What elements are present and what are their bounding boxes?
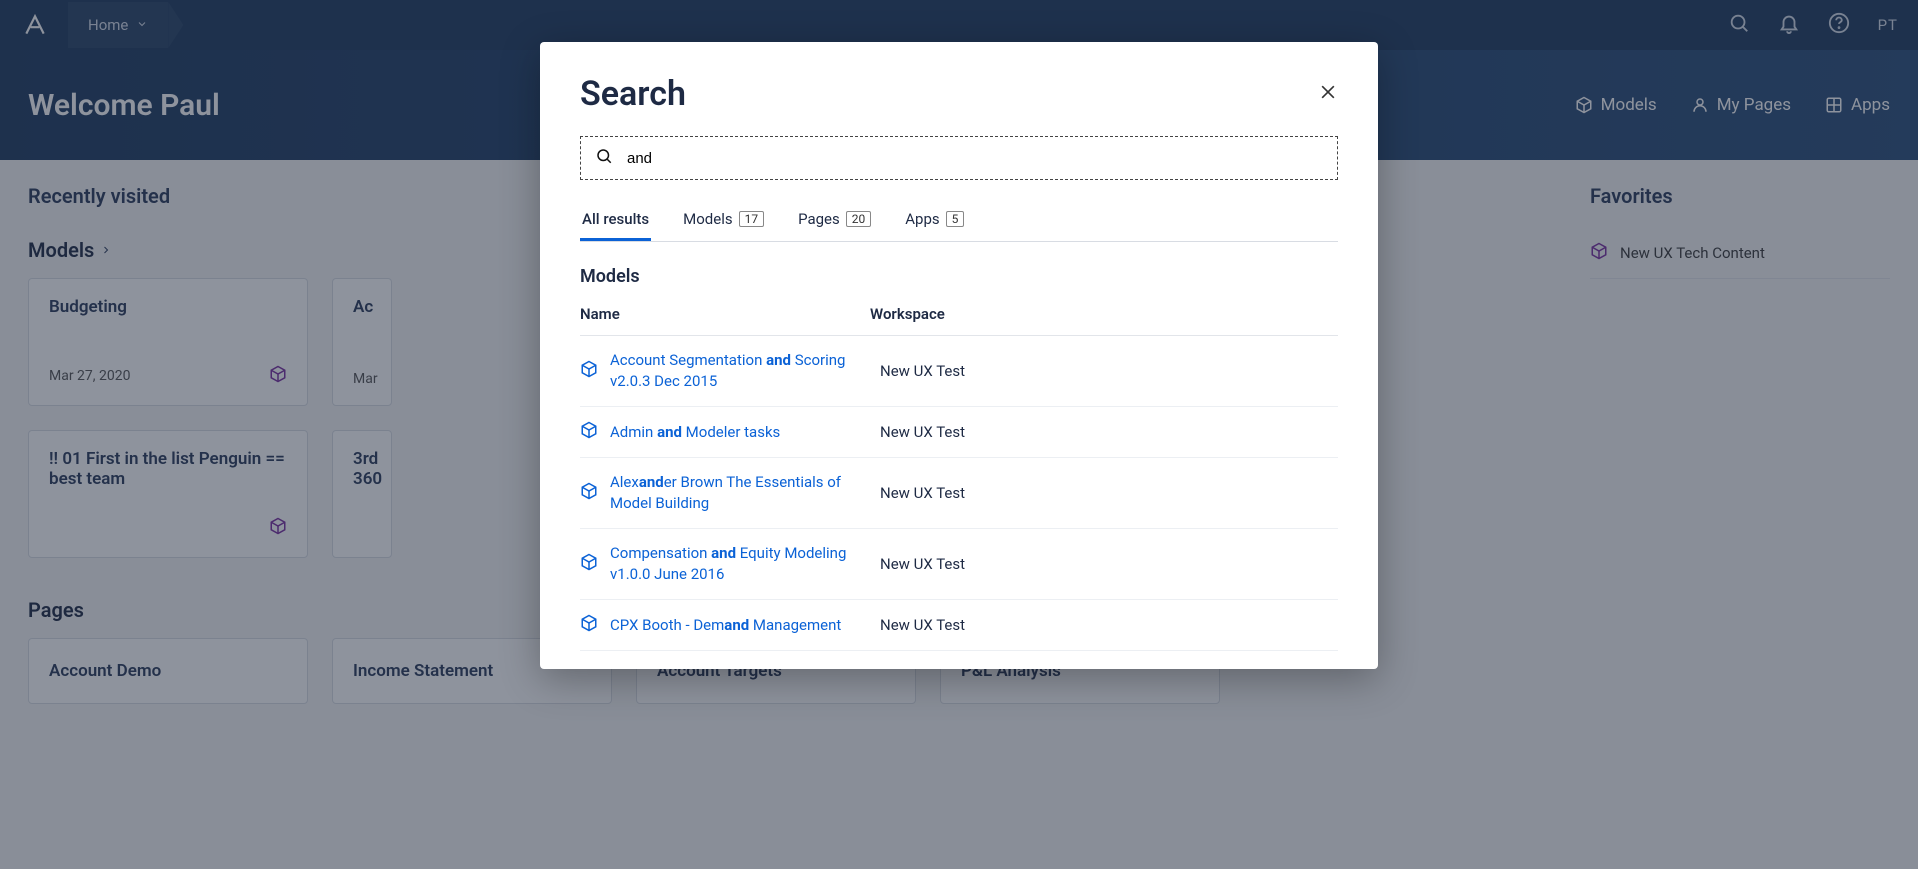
modal-title: Search (580, 74, 686, 114)
results-section-title: Models (580, 266, 1338, 287)
modal-header: Search (580, 74, 1338, 114)
cube-icon (580, 360, 598, 382)
search-modal: Search All results Models 17 Pages 20 Ap… (540, 42, 1378, 669)
tab-count: 5 (946, 211, 965, 227)
result-name[interactable]: Account Segmentation and Scoring v2.0.3 … (610, 350, 868, 392)
cube-icon (580, 553, 598, 575)
search-input[interactable] (627, 150, 1323, 167)
results-header: Name Workspace (580, 305, 1338, 336)
cube-icon (580, 614, 598, 636)
result-workspace: New UX Test (880, 362, 965, 380)
col-workspace: Workspace (870, 305, 1338, 323)
result-workspace: New UX Test (880, 616, 965, 634)
result-name[interactable]: Alexander Brown The Essentials of Model … (610, 472, 868, 514)
col-name: Name (580, 305, 870, 323)
result-name[interactable]: CPX Booth - Demand Management (610, 615, 868, 636)
tab-label: All results (582, 210, 649, 228)
tab-apps[interactable]: Apps 5 (903, 200, 966, 241)
tab-models[interactable]: Models 17 (681, 200, 766, 241)
tab-count: 20 (846, 211, 872, 227)
search-tabs: All results Models 17 Pages 20 Apps 5 (580, 200, 1338, 242)
result-name[interactable]: Demand Management v1.2.0 October 2 (610, 665, 868, 669)
results-list: Account Segmentation and Scoring v2.0.3 … (580, 336, 1338, 669)
search-icon (595, 147, 613, 169)
result-row: Admin and Modeler tasks New UX Test (580, 407, 1338, 458)
tab-label: Apps (905, 210, 939, 228)
result-workspace: New UX Test (880, 555, 965, 573)
result-row: CPX Booth - Demand Management New UX Test (580, 600, 1338, 651)
result-row: Demand Management v1.2.0 October 2 (580, 651, 1338, 669)
tab-label: Pages (798, 210, 840, 228)
tab-pages[interactable]: Pages 20 (796, 200, 873, 241)
cube-icon (580, 421, 598, 443)
tab-all[interactable]: All results (580, 200, 651, 241)
result-name[interactable]: Admin and Modeler tasks (610, 422, 868, 443)
result-row: Alexander Brown The Essentials of Model … (580, 458, 1338, 529)
close-icon[interactable] (1318, 80, 1338, 108)
result-row: Account Segmentation and Scoring v2.0.3 … (580, 336, 1338, 407)
search-field[interactable] (580, 136, 1338, 180)
tab-count: 17 (739, 211, 765, 227)
cube-icon (580, 482, 598, 504)
tab-label: Models (683, 210, 732, 228)
result-name[interactable]: Compensation and Equity Modeling v1.0.0 … (610, 543, 868, 585)
result-workspace: New UX Test (880, 423, 965, 441)
result-workspace: New UX Test (880, 484, 965, 502)
result-row: Compensation and Equity Modeling v1.0.0 … (580, 529, 1338, 600)
